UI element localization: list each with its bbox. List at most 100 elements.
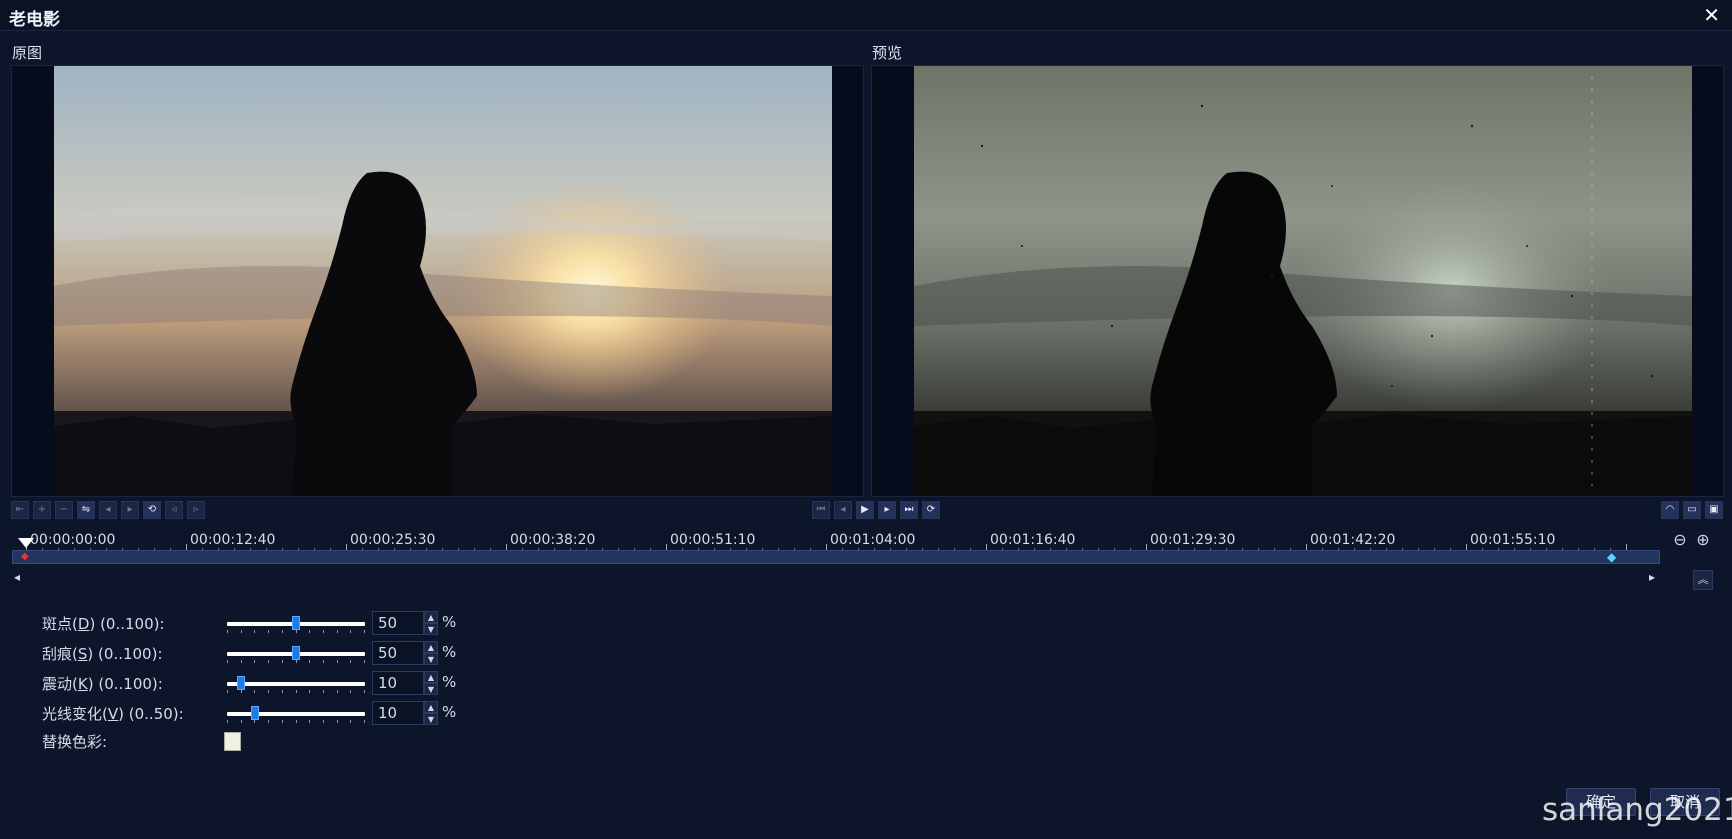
param-hotkey: S (77, 645, 88, 663)
fullscreen-icon[interactable]: ▣ (1705, 501, 1723, 519)
param-hotkey: K (77, 675, 88, 693)
prev-frame-icon[interactable]: ◂ (834, 501, 852, 519)
next-frame-icon[interactable]: ▸ (878, 501, 896, 519)
param-slider[interactable] (227, 646, 365, 660)
param-name: 震动 (42, 675, 73, 693)
param-range: (0..100): (98, 675, 163, 693)
spin-down-icon[interactable]: ▼ (424, 713, 438, 725)
param-hotkey: V (107, 705, 119, 723)
slider-thumb[interactable] (236, 676, 245, 690)
param-label: 光线变化(V) (0..50): (42, 705, 184, 723)
reverse-icon[interactable]: ⇋ (77, 501, 95, 519)
param-value-input[interactable]: 10 (372, 671, 424, 695)
close-icon[interactable]: ✕ (1703, 3, 1720, 27)
timeline-label: 00:01:42:20 (1310, 532, 1396, 548)
spin-up-icon[interactable]: ▲ (424, 671, 438, 683)
param-value-input[interactable]: 50 (372, 641, 424, 665)
timeline-label: 00:01:29:30 (1150, 532, 1236, 548)
param-row: 刮痕(S) (0..100): 50 ▲ ▼% (42, 641, 462, 665)
spin-down-icon[interactable]: ▼ (424, 683, 438, 695)
param-hotkey: D (77, 615, 90, 633)
next-key-icon[interactable]: ▸ (121, 501, 139, 519)
playback-toolbar: ⏮ ◂ ▶ ▸ ⏭ ⟳ (812, 501, 944, 521)
param-row: 光线变化(V) (0..50): 10 ▲ ▼% (42, 701, 462, 725)
original-viewer (11, 65, 864, 497)
param-label: 震动(K) (0..100): (42, 675, 163, 693)
param-label: 刮痕(S) (0..100): (42, 645, 163, 663)
param-slider[interactable] (227, 706, 365, 720)
back-icon[interactable]: ⇤ (11, 501, 29, 519)
slider-thumb[interactable] (250, 706, 259, 720)
param-slider[interactable] (227, 616, 365, 630)
view-toolbar: ◠ ▭ ▣ (1661, 501, 1727, 521)
last-key-icon[interactable]: ▹ (187, 501, 205, 519)
timeline-label: 00:00:51:10 (670, 532, 756, 548)
slider-ticks (227, 660, 365, 664)
param-value-input[interactable]: 50 (372, 611, 424, 635)
title-bar: 老电影 ✕ (0, 0, 1732, 31)
param-spinner[interactable]: ▲ ▼ (424, 671, 438, 695)
add-point-icon[interactable]: + (33, 501, 51, 519)
start-keyframe-icon[interactable]: ◆ (21, 552, 31, 562)
playhead[interactable] (18, 538, 34, 548)
watermark: sanlang2021 (1542, 792, 1732, 828)
param-range: (0..100): (98, 645, 163, 663)
timeline-track[interactable] (12, 550, 1660, 564)
preview-pane-label: 预览 (872, 44, 903, 62)
scroll-left-icon[interactable]: ◂ (14, 570, 20, 584)
param-name: 斑点 (42, 615, 73, 633)
remove-point-icon[interactable]: − (55, 501, 73, 519)
original-toolbar: ⇤ + − ⇋ ◂ ▸ ⟲ ◃ ▹ (11, 501, 211, 521)
speed-icon[interactable]: ◠ (1661, 501, 1679, 519)
zoom-out-icon[interactable]: ⊖ (1670, 530, 1690, 550)
play-icon[interactable]: ▶ (856, 501, 874, 519)
slider-ticks (227, 690, 365, 694)
preview-viewer (871, 65, 1724, 497)
param-row: 震动(K) (0..100): 10 ▲ ▼% (42, 671, 462, 695)
monitor-icon[interactable]: ▭ (1683, 501, 1701, 519)
repeat-icon[interactable]: ⟳ (922, 501, 940, 519)
timeline-label: 00:00:12:40 (190, 532, 276, 548)
timeline-label: 00:01:04:00 (830, 532, 916, 548)
param-spinner[interactable]: ▲ ▼ (424, 611, 438, 635)
param-value-input[interactable]: 10 (372, 701, 424, 725)
original-image (54, 66, 832, 496)
param-range: (0..100): (100, 615, 165, 633)
timeline-label: 00:01:55:10 (1470, 532, 1556, 548)
replace-color-label: 替换色彩: (42, 733, 108, 751)
slider-ticks (227, 720, 365, 724)
param-row: 斑点(D) (0..100): 50 ▲ ▼% (42, 611, 462, 635)
prev-key-icon[interactable]: ◂ (99, 501, 117, 519)
param-range: (0..50): (128, 705, 184, 723)
zoom-in-icon[interactable]: ⊕ (1693, 530, 1713, 550)
spin-down-icon[interactable]: ▼ (424, 653, 438, 665)
param-unit: % (442, 643, 457, 661)
go-start-icon[interactable]: ⏮ (812, 501, 830, 519)
param-unit: % (442, 673, 457, 691)
window-title: 老电影 (9, 10, 60, 30)
timeline-label: 00:00:00:00 (30, 532, 116, 548)
slider-thumb[interactable] (292, 616, 300, 630)
param-spinner[interactable]: ▲ ▼ (424, 701, 438, 725)
go-end-icon[interactable]: ⏭ (900, 501, 918, 519)
scroll-right-icon[interactable]: ▸ (1649, 570, 1655, 584)
slider-thumb[interactable] (292, 646, 300, 660)
spin-down-icon[interactable]: ▼ (424, 623, 438, 635)
param-unit: % (442, 613, 457, 631)
param-spinner[interactable]: ▲ ▼ (424, 641, 438, 665)
spin-up-icon[interactable]: ▲ (424, 701, 438, 713)
first-key-icon[interactable]: ◃ (165, 501, 183, 519)
timeline-label: 00:00:38:20 (510, 532, 596, 548)
replace-color-swatch[interactable] (224, 732, 241, 751)
loop-icon[interactable]: ⟲ (143, 501, 161, 519)
param-label: 斑点(D) (0..100): (42, 615, 165, 633)
timeline[interactable]: 00:00:00:00 00:00:12:40 00:00:25:30 00:00:3… (12, 530, 1660, 590)
collapse-icon[interactable]: ︽ (1693, 570, 1713, 590)
spin-up-icon[interactable]: ▲ (424, 611, 438, 623)
param-name: 光线变化 (42, 705, 103, 723)
preview-image (914, 66, 1692, 496)
timeline-label: 00:00:25:30 (350, 532, 436, 548)
end-keyframe-icon[interactable]: ◆ (1607, 551, 1617, 563)
spin-up-icon[interactable]: ▲ (424, 641, 438, 653)
param-slider[interactable] (227, 676, 365, 690)
